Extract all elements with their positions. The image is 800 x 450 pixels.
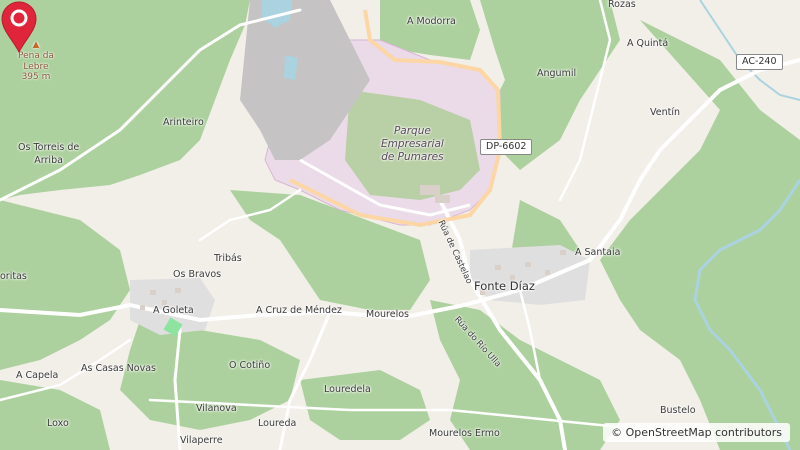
place-label-vilanova: Vilanova xyxy=(196,403,237,414)
place-label-loureda: Loureda xyxy=(258,418,297,429)
place-label-arinteiro: Arinteiro xyxy=(163,117,204,128)
place-label-os-bravos: Os Bravos xyxy=(173,269,222,280)
road-shield-dp-6602: DP-6602 xyxy=(480,139,533,155)
place-label-angumil: Angumil xyxy=(537,68,577,79)
map-view[interactable]: A Modorra Rozas A Quintá Angumil Ventín … xyxy=(0,0,800,450)
map-attribution[interactable]: © OpenStreetMap contributors xyxy=(603,423,790,442)
place-label-tribas: Tribás xyxy=(214,253,242,264)
place-label-os-torreis: Os Torreis de Arriba xyxy=(18,142,80,166)
place-label-o-cotino: O Cotiño xyxy=(229,360,271,371)
place-label-a-goleta: A Goleta xyxy=(153,305,194,316)
place-label-mourelos: Mourelos xyxy=(366,309,409,320)
place-label-bustelo: Bustelo xyxy=(660,405,696,416)
place-label-a-capela: A Capela xyxy=(16,370,59,381)
place-label-foritas: oritas xyxy=(0,271,27,282)
location-pin-icon[interactable] xyxy=(0,0,38,54)
place-label-fonte-diaz: Fonte Díaz xyxy=(474,279,535,293)
place-label-mourelos-ermo: Mourelos Ermo xyxy=(429,428,500,439)
place-label-ventin: Ventín xyxy=(650,107,681,118)
place-label-as-casas-novas: As Casas Novas xyxy=(81,363,156,374)
place-label-vilaperre: Vilaperre xyxy=(180,435,223,446)
peak-elevation: 395 m xyxy=(21,72,51,83)
place-label-rozas: Rozas xyxy=(608,0,636,10)
road-shield-ac-240: AC-240 xyxy=(736,54,783,70)
industrial-park-label: Parque Empresarial de Pumares xyxy=(381,125,444,164)
map-canvas xyxy=(0,0,800,450)
place-label-loxo: Loxo xyxy=(47,418,69,429)
place-label-a-modorra: A Modorra xyxy=(407,16,456,27)
place-label-a-santaia: A Santaia xyxy=(575,247,621,258)
place-label-louredela: Louredela xyxy=(324,384,371,395)
place-label-a-cruz-de-mendez: A Cruz de Méndez xyxy=(256,305,342,316)
place-label-a-quinta: A Quintá xyxy=(627,38,669,49)
